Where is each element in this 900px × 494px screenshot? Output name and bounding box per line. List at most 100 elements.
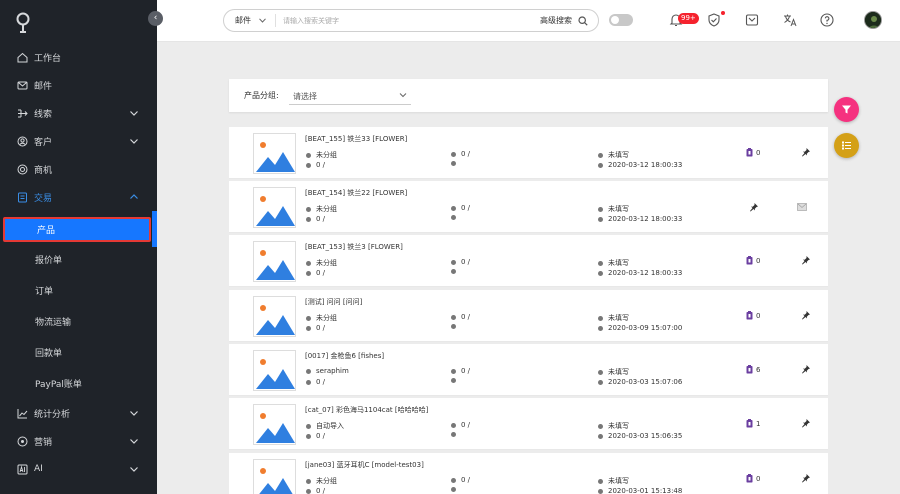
product-date-value: 2020-03-09 15:07:00 — [608, 324, 683, 332]
document-count: 0 — [746, 311, 760, 320]
product-row[interactable]: [jane03] 蓝牙耳机C [model-test03] 未分组 0 / 0 / 未填… — [229, 453, 828, 494]
product-stock: 0 / — [451, 367, 470, 375]
product-group: 自动导入 — [306, 421, 344, 431]
sidebar-subitem-5[interactable]: PayPal账单 — [0, 369, 152, 397]
inbox-icon[interactable] — [744, 12, 760, 28]
search-input[interactable]: 请输入搜索关键字 — [276, 16, 540, 26]
product-date: 2020-03-12 18:00:33 — [598, 269, 682, 277]
product-thumbnail[interactable] — [253, 350, 296, 391]
search-category-select[interactable]: 邮件 — [224, 14, 276, 27]
status-dot — [598, 162, 603, 168]
product-filled-value: 未填写 — [608, 422, 629, 430]
product-stock-2 — [451, 378, 461, 383]
product-date: 2020-03-01 15:13:48 — [598, 487, 682, 494]
status-dot — [306, 315, 311, 321]
product-stock: 0 / — [451, 421, 470, 429]
product-row[interactable]: [BEAT_155] 铁兰33 [FLOWER] 未分组 0 / 0 / 未填写 2020… — [229, 127, 828, 179]
sidebar-subitem-0[interactable]: 产品 — [3, 217, 151, 242]
status-dot — [451, 378, 456, 383]
translate-icon[interactable] — [782, 12, 798, 28]
status-dot — [598, 423, 603, 429]
product-qty-value: 0 / — [316, 378, 326, 386]
sidebar-item-bottom-0[interactable]: 统计分析 — [0, 401, 157, 425]
image-placeholder-icon — [256, 142, 295, 172]
sidebar-subitem-label: PayPal账单 — [35, 379, 82, 390]
filter-fab-button[interactable] — [834, 97, 859, 122]
product-thumbnail[interactable] — [253, 404, 296, 445]
product-thumbnail[interactable] — [253, 459, 296, 494]
product-group: 未分组 — [306, 313, 337, 323]
user-avatar[interactable] — [864, 11, 882, 29]
product-group-value: 未分组 — [316, 205, 337, 213]
product-stock-value: 0 / — [461, 367, 471, 375]
pin-icon[interactable] — [801, 147, 811, 157]
mode-toggle[interactable] — [609, 14, 633, 26]
sidebar-subitem-2[interactable]: 订单 — [0, 276, 152, 304]
product-group-value: 未分组 — [316, 314, 337, 322]
mail-icon[interactable] — [797, 203, 807, 211]
product-qty-value: 0 / — [316, 269, 326, 277]
status-dot — [451, 324, 456, 329]
sidebar-item-top-5[interactable]: 交易 — [0, 185, 157, 209]
sidebar-item-label: 营销 — [34, 437, 53, 448]
product-date-value: 2020-03-12 18:00:33 — [608, 215, 683, 223]
sidebar-item-top-2[interactable]: 线索 — [0, 101, 157, 125]
list-fab-button[interactable] — [834, 133, 859, 158]
help-icon[interactable] — [819, 12, 835, 28]
collapse-sidebar-button[interactable]: ‹ — [148, 11, 163, 26]
sidebar-item-top-3[interactable]: 客户 — [0, 129, 157, 153]
image-placeholder-icon — [256, 359, 295, 389]
sidebar-item-label: AI — [34, 464, 43, 474]
status-dot — [451, 432, 456, 437]
product-date: 2020-03-12 18:00:33 — [598, 215, 682, 223]
product-title[interactable]: [测试] 问问 [问问] — [305, 297, 362, 307]
sidebar-subitem-4[interactable]: 回款单 — [0, 338, 152, 366]
product-title[interactable]: [jane03] 蓝牙耳机C [model-test03] — [305, 460, 424, 470]
status-dot — [598, 478, 603, 484]
product-title[interactable]: [BEAT_154] 铁兰22 [FLOWER] — [305, 188, 407, 198]
opportunity-icon — [16, 163, 28, 175]
sidebar-subitem-1[interactable]: 报价单 — [0, 245, 152, 273]
status-dot — [451, 259, 456, 265]
pin-icon[interactable] — [801, 473, 811, 483]
status-dot — [451, 314, 456, 320]
product-group-value: 自动导入 — [316, 422, 344, 430]
pin-icon[interactable] — [801, 310, 811, 320]
status-dot — [598, 379, 603, 385]
product-row[interactable]: [0017] 金枪鱼6 [fishes] seraphim 0 / 0 / 未填写 202… — [229, 344, 828, 396]
sidebar-item-top-0[interactable]: 工作台 — [0, 45, 157, 69]
sidebar-item-top-1[interactable]: 邮件 — [0, 73, 157, 97]
sidebar-subitem-3[interactable]: 物流运输 — [0, 307, 152, 335]
status-dot — [306, 368, 311, 374]
product-thumbnail[interactable] — [253, 133, 296, 174]
search-icon[interactable] — [578, 15, 588, 26]
pin-icon[interactable] — [801, 418, 811, 428]
product-row[interactable]: [cat_07] 彩色海马1104cat [哈哈哈哈] 自动导入 0 / 0 / 未填写… — [229, 398, 828, 450]
product-row[interactable]: [BEAT_153] 铁兰3 [FLOWER] 未分组 0 / 0 / 未填写 2020-… — [229, 235, 828, 287]
home-icon — [16, 51, 28, 63]
product-row[interactable]: [BEAT_154] 铁兰22 [FLOWER] 未分组 0 / 0 / 未填写 2020… — [229, 181, 828, 233]
product-title[interactable]: [cat_07] 彩色海马1104cat [哈哈哈哈] — [305, 405, 428, 415]
shield-check-icon[interactable] — [706, 12, 722, 28]
pin-icon[interactable] — [801, 255, 811, 265]
advanced-search-link[interactable]: 高级搜索 — [540, 15, 578, 26]
pin-icon[interactable] — [801, 364, 811, 374]
product-group-select[interactable]: 请选择 — [289, 86, 411, 105]
sidebar-item-top-4[interactable]: 商机 — [0, 157, 157, 181]
product-thumbnail[interactable] — [253, 296, 296, 337]
pin-icon[interactable] — [749, 202, 759, 212]
product-thumbnail[interactable] — [253, 187, 296, 228]
product-title[interactable]: [BEAT_155] 铁兰33 [FLOWER] — [305, 134, 407, 144]
product-title[interactable]: [0017] 金枪鱼6 [fishes] — [305, 351, 384, 361]
sidebar-subitem-label: 回款单 — [35, 348, 63, 359]
product-group: 未分组 — [306, 150, 337, 160]
product-row[interactable]: [测试] 问问 [问问] 未分组 0 / 0 / 未填写 2020-03-09 15:07… — [229, 290, 828, 342]
logo-icon[interactable] — [15, 12, 31, 34]
sidebar-item-bottom-1[interactable]: 营销 — [0, 429, 157, 453]
document-count-icon — [746, 311, 753, 320]
product-thumbnail[interactable] — [253, 241, 296, 282]
document-count: 0 — [746, 474, 760, 483]
document-count-icon — [746, 474, 753, 483]
sidebar-item-bottom-2[interactable]: AI — [0, 457, 157, 481]
product-title[interactable]: [BEAT_153] 铁兰3 [FLOWER] — [305, 242, 403, 252]
